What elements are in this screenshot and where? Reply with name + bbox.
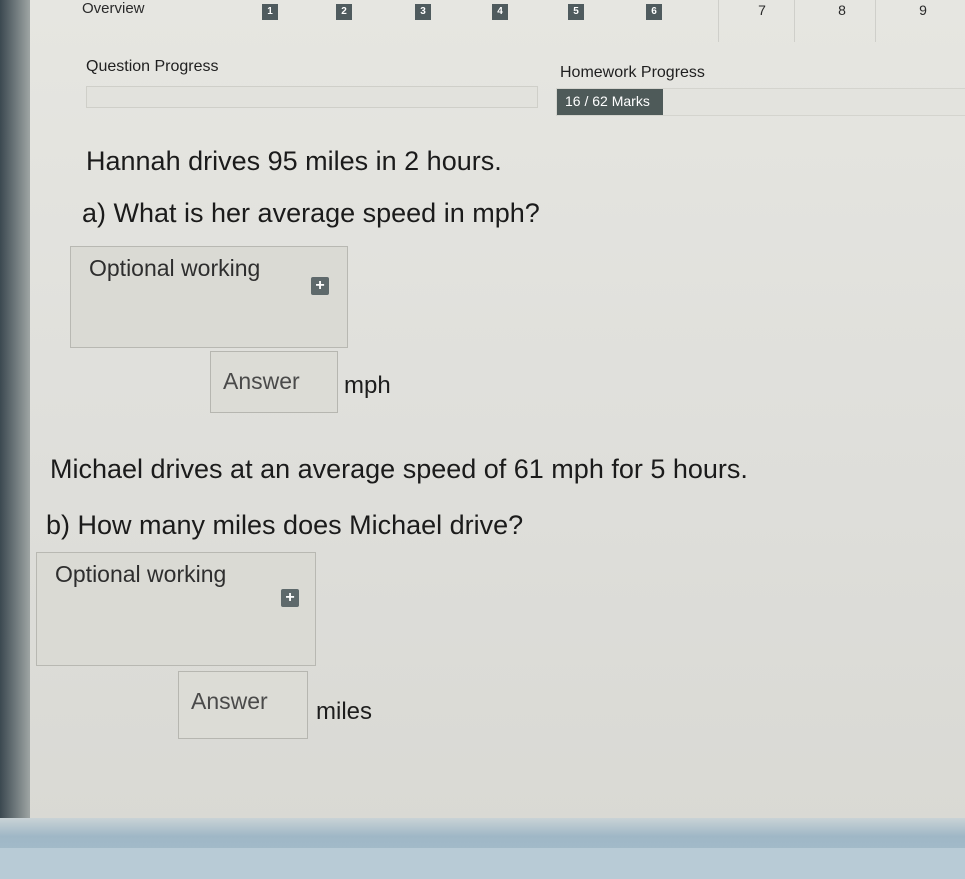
tab-question-7[interactable]: 7 — [754, 2, 770, 18]
answer-input-a[interactable]: Answer — [210, 351, 338, 413]
question-a-stem: Hannah drives 95 miles in 2 hours. — [86, 146, 502, 176]
question-a-prompt: a) What is her average speed in mph? — [82, 198, 540, 228]
unit-label-b: miles — [316, 698, 373, 725]
question-b-prompt: b) How many miles does Michael drive? — [46, 510, 524, 540]
tab-question-6[interactable]: 6 — [646, 4, 662, 20]
homework-progress-label: Homework Progress — [560, 64, 705, 81]
overview-link[interactable]: Overview — [82, 0, 145, 17]
device-frame-strip — [0, 848, 965, 879]
working-box-a[interactable]: Optional working + — [70, 246, 348, 348]
question-b-stem: Michael drives at an average speed of 61… — [50, 454, 748, 484]
nav-divider — [718, 0, 719, 42]
working-label-a: Optional working — [89, 255, 261, 281]
nav-divider — [875, 0, 876, 42]
unit-label-a: mph — [344, 372, 391, 399]
plus-icon[interactable]: + — [311, 277, 329, 295]
tab-question-4[interactable]: 4 — [492, 4, 508, 20]
tab-question-9[interactable]: 9 — [915, 2, 931, 18]
tab-question-1[interactable]: 1 — [262, 4, 278, 20]
app-screen: Overview 1 2 3 4 5 6 7 8 9 Question Prog… — [30, 0, 965, 830]
nav-divider — [794, 0, 795, 42]
homework-marks-text: 16 / 62 Marks — [565, 93, 650, 109]
tab-question-2[interactable]: 2 — [336, 4, 352, 20]
working-label-b: Optional working — [55, 561, 227, 587]
question-progress-label: Question Progress — [86, 58, 219, 75]
answer-input-b[interactable]: Answer — [178, 671, 308, 739]
plus-icon[interactable]: + — [281, 589, 299, 607]
working-box-b[interactable]: Optional working + — [36, 552, 316, 666]
tab-question-5[interactable]: 5 — [568, 4, 584, 20]
answer-placeholder-b: Answer — [191, 688, 268, 714]
question-progress-bar — [86, 86, 538, 108]
homework-progress-bar: 16 / 62 Marks — [556, 88, 965, 116]
tab-question-8[interactable]: 8 — [834, 2, 850, 18]
question-nav: Overview 1 2 3 4 5 6 7 8 9 — [30, 0, 965, 44]
tab-question-3[interactable]: 3 — [415, 4, 431, 20]
answer-placeholder-a: Answer — [223, 368, 300, 394]
